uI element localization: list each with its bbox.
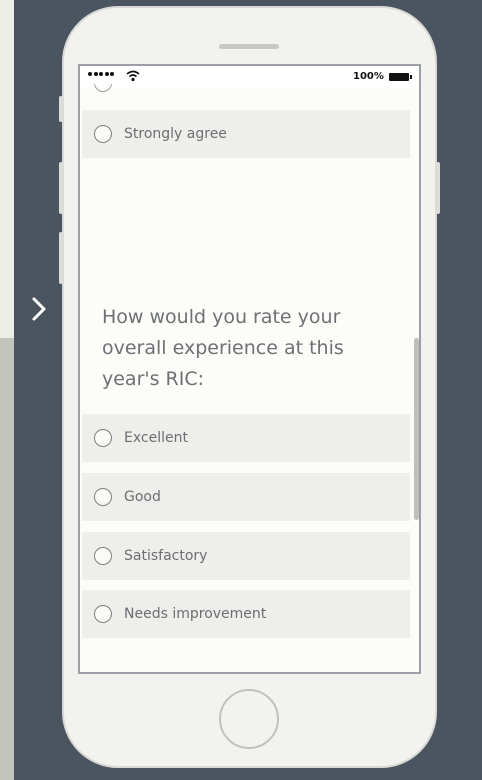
phone-screen: 100% Strongly agree How would you rate y… [78,64,421,674]
scrollbar[interactable] [414,338,419,520]
option-excellent[interactable]: Excellent [82,414,410,462]
status-bar: 100% [80,66,419,88]
radio-button[interactable] [94,429,112,447]
phone-volume-down [59,232,63,284]
chevron-right-icon [32,297,46,321]
question-text: How would you rate your overall experien… [102,306,344,390]
option-label: Excellent [124,430,188,446]
option-label: Satisfactory [124,548,208,564]
next-slide-button[interactable] [26,293,52,325]
partial-radio-button [94,84,112,92]
battery-icon [389,73,412,81]
radio-button[interactable] [94,125,112,143]
left-panel-edge [0,0,14,338]
signal-dots-icon [88,72,114,76]
phone-volume-up [59,162,63,214]
option-good[interactable]: Good [82,473,410,521]
option-label: Strongly agree [124,126,227,142]
wifi-icon [126,70,140,82]
option-strongly-agree[interactable]: Strongly agree [82,110,410,158]
option-label: Good [124,489,161,505]
phone-speaker [219,44,279,49]
radio-button[interactable] [94,547,112,565]
option-label: Needs improvement [124,606,267,622]
radio-button[interactable] [94,605,112,623]
option-needs-improvement[interactable]: Needs improvement [82,590,410,638]
left-panel-edge-lower [0,338,14,780]
battery-percentage: 100% [353,71,384,82]
phone-home-button[interactable] [219,689,279,749]
radio-button[interactable] [94,488,112,506]
phone-power-button [436,162,440,214]
phone-mute-switch [59,96,63,122]
option-satisfactory[interactable]: Satisfactory [82,532,410,580]
